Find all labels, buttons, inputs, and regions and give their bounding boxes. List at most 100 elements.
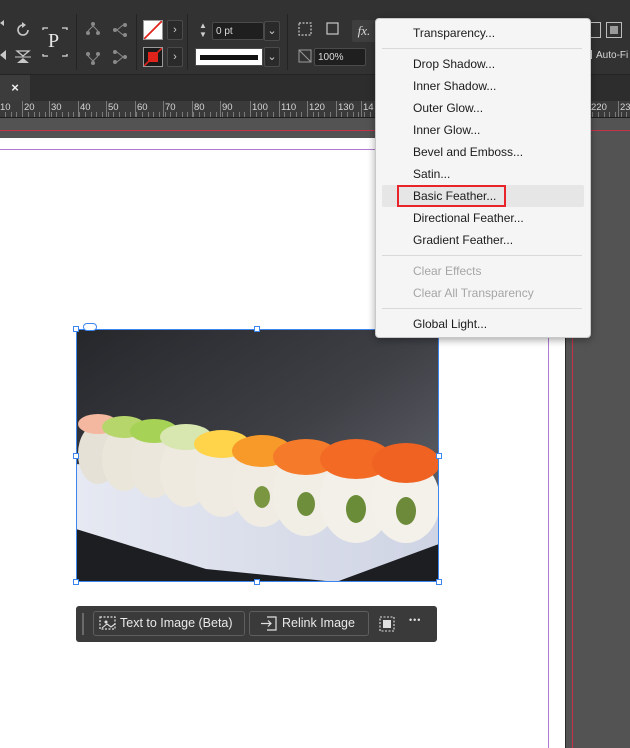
ruler-minor-tick [85,112,86,117]
stroke-type-field[interactable] [195,48,263,66]
ruler-minor-tick [56,112,57,117]
align-top-icon[interactable] [82,20,104,42]
menu-item-basic-feather[interactable]: Basic Feather... [413,186,496,206]
stroke-weight-field[interactable]: 0 pt [212,22,264,40]
ruler-minor-tick [193,112,194,117]
ruler-minor-tick [267,112,268,117]
stroke-swatch[interactable] [143,47,163,67]
menu-item-global-light[interactable]: Global Light... [413,314,487,334]
resize-handle-e[interactable] [436,453,442,459]
ruler-label: 20 [24,102,35,113]
menu-item-inner-glow[interactable]: Inner Glow... [413,120,480,140]
resize-handle-nw[interactable] [73,326,79,332]
frame-fit-icon[interactable] [294,20,316,42]
auto-fit-label: Auto-Fi [596,50,629,61]
ruler-minor-tick [165,112,166,117]
align-bottom-icon[interactable] [82,47,104,69]
ruler-minor-tick [290,112,291,117]
relink-icon [260,615,278,640]
ruler-minor-tick [330,112,331,117]
ruler-minor-tick [5,112,6,117]
ruler-label: 100 [252,102,268,113]
text-frame-icon[interactable]: P [40,26,70,58]
ruler-minor-tick [187,112,188,117]
distribute-alt-icon[interactable] [109,47,131,69]
ruler-minor-tick [222,112,223,117]
fx-icon[interactable]: fx. [352,20,376,42]
fit-content-icon[interactable] [378,615,396,633]
ruler-tick [106,101,107,117]
ruler-minor-tick [91,112,92,117]
fit-frame-icon[interactable] [606,22,622,38]
text-to-image-button[interactable]: Text to Image (Beta) [93,611,245,636]
ruler-minor-tick [39,112,40,117]
stroke-weight-value: 0 pt [216,26,233,37]
resize-handle-n[interactable] [254,326,260,332]
content-grabber-icon[interactable] [83,323,97,331]
ruler-minor-tick [170,112,171,117]
drop-shadow-toggle-icon[interactable] [322,20,344,42]
stroke-stepper-icon[interactable]: ▲ ▼ [195,21,211,41]
ruler-minor-tick [159,112,160,117]
image-generate-icon [99,615,117,640]
ruler-minor-tick [598,112,599,117]
ruler-minor-tick [347,112,348,117]
resize-handle-se[interactable] [436,579,442,585]
ruler-minor-tick [51,112,52,117]
ruler-minor-tick [210,112,211,117]
ruler-minor-tick [73,112,74,117]
menu-item-transparency[interactable]: Transparency... [413,23,495,43]
close-tab-icon[interactable]: × [0,75,30,101]
ruler-minor-tick [604,112,605,117]
frame-border [76,329,439,582]
ruler-label: 120 [309,102,325,113]
ruler-tick [618,101,619,117]
flip-vertical-icon[interactable] [12,47,34,69]
ruler-minor-tick [301,112,302,117]
ruler-minor-tick [250,112,251,117]
ruler-minor-tick [592,112,593,117]
more-options-icon[interactable]: ••• [409,615,421,625]
ruler-minor-tick [626,112,627,117]
menu-item-gradient-feather[interactable]: Gradient Feather... [413,230,513,250]
fill-swatch-none[interactable] [143,20,163,40]
resize-handle-sw[interactable] [73,579,79,585]
fill-chevron-icon[interactable]: › [167,20,183,40]
fx-effects-menu: Transparency... Drop Shadow... Inner Sha… [375,18,591,338]
sushi-image-frame[interactable] [76,329,439,582]
ruler-minor-tick [318,112,319,117]
menu-separator [382,48,582,49]
ruler-minor-tick [244,112,245,117]
menu-item-directional-feather[interactable]: Directional Feather... [413,208,524,228]
rotate-icon[interactable] [12,20,34,42]
ruler-minor-tick [358,112,359,117]
menu-item-inner-shadow[interactable]: Inner Shadow... [413,76,496,96]
resize-handle-w[interactable] [73,453,79,459]
ruler-minor-tick [142,112,143,117]
ruler-minor-tick [102,112,103,117]
opacity-icon[interactable] [294,47,316,69]
menu-item-satin[interactable]: Satin... [413,164,450,184]
ruler-minor-tick [609,112,610,117]
menu-item-outer-glow[interactable]: Outer Glow... [413,98,483,118]
stroke-chevron-icon[interactable]: › [167,47,183,67]
menu-item-bevel-emboss[interactable]: Bevel and Emboss... [413,142,523,162]
ruler-minor-tick [182,112,183,117]
stroke-weight-dropdown-icon[interactable]: ⌄ [264,21,280,41]
resize-handle-s[interactable] [254,579,260,585]
stroke-type-dropdown-icon[interactable]: ⌄ [264,47,280,67]
text-to-image-label: Text to Image (Beta) [120,616,233,630]
divider [136,14,137,70]
drag-handle[interactable] [82,613,84,635]
distribute-icon[interactable] [109,20,131,42]
opacity-field[interactable]: 100% [314,48,366,66]
ruler-minor-tick [261,112,262,117]
menu-item-drop-shadow[interactable]: Drop Shadow... [413,54,495,74]
ruler-minor-tick [11,112,12,117]
ruler-minor-tick [130,112,131,117]
ruler-minor-tick [108,112,109,117]
ruler-minor-tick [62,112,63,117]
ruler-minor-tick [233,112,234,117]
ruler-minor-tick [28,112,29,117]
relink-image-button[interactable]: Relink Image [249,611,369,636]
